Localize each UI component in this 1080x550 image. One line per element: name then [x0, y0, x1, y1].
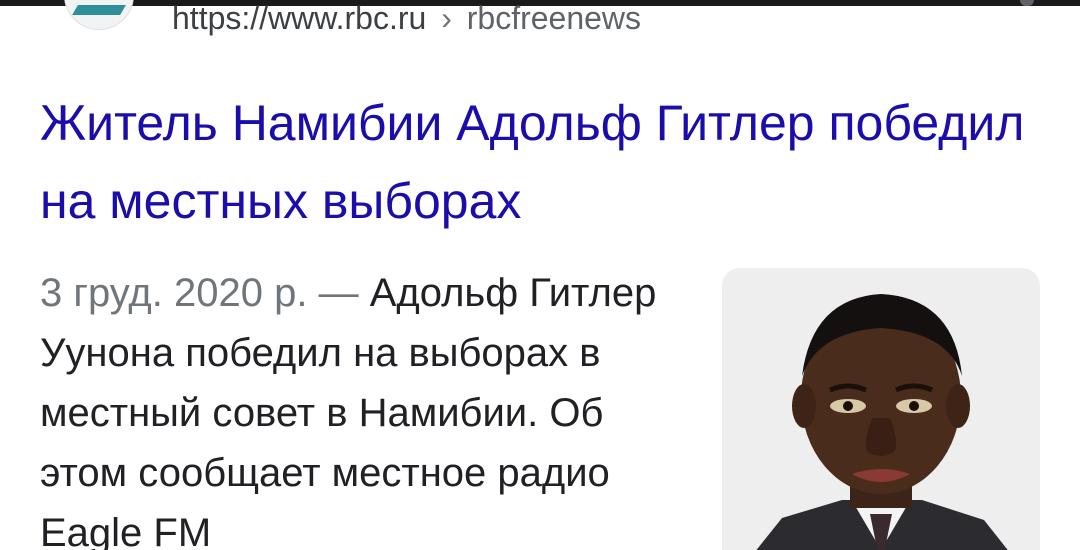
site-favicon-icon[interactable] — [64, 0, 134, 30]
result-snippet: 3 груд. 2020 р. — Адольф Гитлер Уунона п… — [40, 263, 660, 550]
url-base: https://www.rbc.ru — [172, 0, 427, 36]
result-url-breadcrumb[interactable]: https://www.rbc.ru › rbcfreenews — [172, 0, 641, 36]
result-thumbnail-image[interactable] — [722, 268, 1040, 550]
date-separator: — — [307, 271, 370, 315]
url-path: rbcfreenews — [466, 0, 642, 36]
favicon-mark — [72, 5, 126, 15]
search-result-card: https://www.rbc.ru › rbcfreenews Житель … — [0, 0, 1080, 550]
breadcrumb-separator: › — [441, 0, 452, 36]
portrait-photo — [722, 268, 1040, 550]
result-title-link[interactable]: Житель Намибии Адольф Гитлер победил на … — [40, 84, 1040, 240]
result-date: 3 груд. 2020 р. — [40, 271, 308, 315]
